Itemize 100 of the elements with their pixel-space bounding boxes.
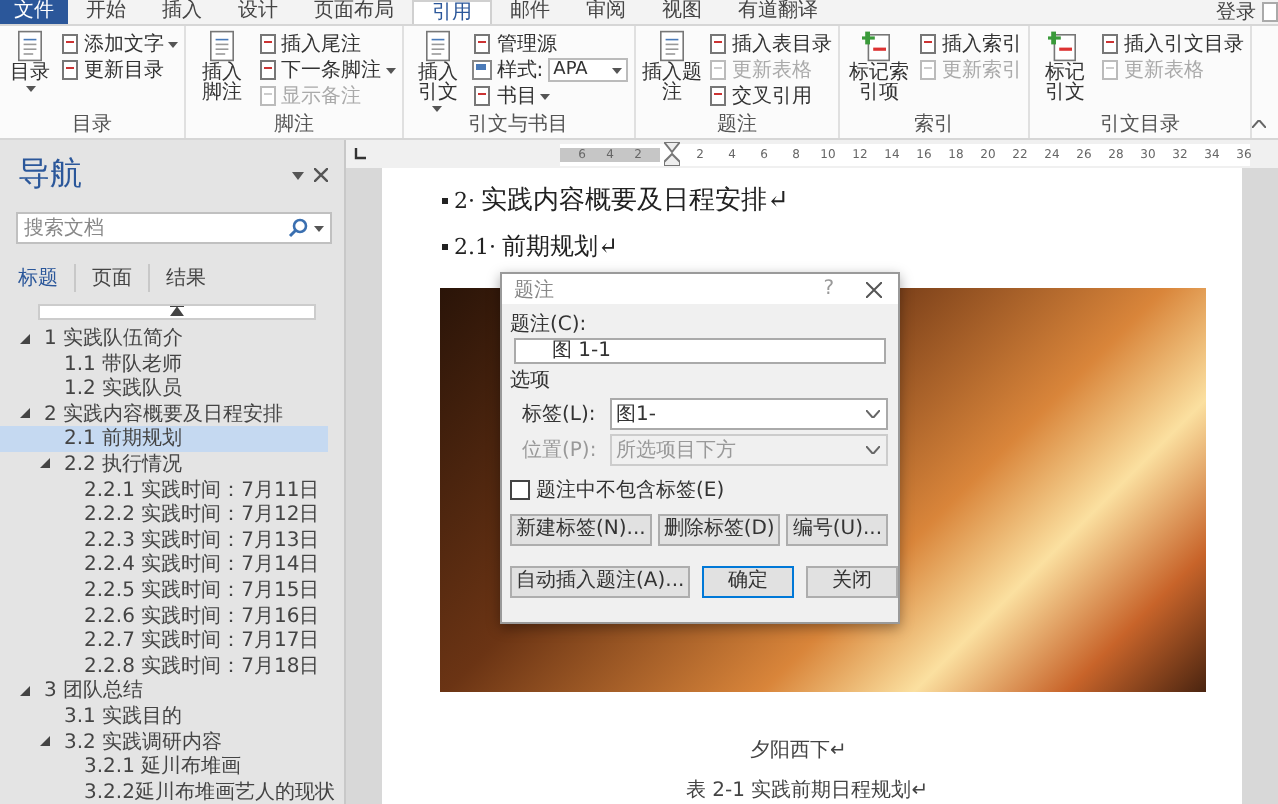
page-icon [917,59,938,79]
heading-number: 2· [454,187,475,213]
field-label: 位置(P): [522,437,599,464]
heading-item[interactable]: 3.1 实践目的 [0,703,328,729]
close-icon [314,168,328,182]
field-label: 标签(L): [522,401,598,428]
style-dropdown[interactable]: APA [547,57,628,81]
page-icon [257,59,278,79]
document-icon [655,30,688,62]
expanded-icon [40,736,50,747]
pane-tab[interactable]: 标题 [18,264,76,292]
pane-tab[interactable]: 页面 [92,264,150,292]
document-icon [421,30,454,62]
group-label: 引文目录 [1097,114,1182,138]
document-icon [862,30,895,62]
checkbox[interactable] [510,480,530,500]
pane-title: 导航 [18,154,84,196]
close-icon [866,281,882,297]
heading-item[interactable]: 2.2.5 实践时间：7月15日 [0,577,328,603]
document-icon [1048,30,1081,62]
document-icon [14,30,46,62]
list-bullet [442,243,448,249]
ribbon-button[interactable]: 插入题注 [641,30,702,114]
dialog-button[interactable]: 关闭 [806,566,899,598]
sign-in-link[interactable]: 登录 [1216,0,1256,26]
heading-item[interactable]: 2.2.7 实践时间：7月17日 [0,627,328,653]
ribbon-button[interactable]: 添加文字 [60,30,178,56]
page-icon [472,85,493,105]
group-label: 引文与书目 [466,114,571,138]
heading-item[interactable]: 2.2.4 实践时间：7月14日 [0,552,328,578]
heading-item[interactable]: 1 实践队伍简介 [0,325,328,351]
page-icon [917,33,938,53]
page-icon [60,59,80,79]
expanded-icon [20,408,30,419]
heading-item[interactable]: 2.2.8 实践时间：7月18日 [0,652,328,679]
list-bullet [442,197,448,203]
page-icon [472,33,493,53]
heading-item[interactable]: 3.2.1 延川布堆画 [0,753,328,779]
heading-item[interactable]: 3.2 实践调研内容 [0,728,328,754]
table-caption: 表 2-1 实践前期日程规划↵ [686,777,931,804]
dropdown-icon [292,171,304,179]
page-icon [257,85,278,105]
ribbon-button[interactable]: 插入索引 [917,30,1022,56]
group-label: 脚注 [271,114,316,138]
page-icon [60,33,80,53]
ribbon-button[interactable]: 标记索引项 [845,30,912,114]
pane-tab[interactable]: 结果 [166,264,222,292]
group-label: 题注 [714,114,759,138]
ribbon-button[interactable]: 下一条脚注 [257,56,396,82]
ribbon-button[interactable]: 管理源 [472,30,628,56]
ribbon-tab[interactable]: 有道翻译 [720,0,836,24]
ribbon-button[interactable]: 更新目录 [60,56,178,82]
heading-item[interactable]: 2.2 执行情况 [0,451,328,477]
dropdown-field[interactable]: 图1- [610,398,888,430]
heading-item[interactable]: 2.1 前期规划 [0,426,328,452]
checkbox-label: 题注中不包含标签(E) [536,477,725,504]
ribbon-button[interactable]: 插入引文 [409,30,467,114]
heading-item[interactable]: 2 实践内容概要及日程安排 [0,401,328,427]
dialog-button[interactable]: 删除标签(D) [657,514,781,546]
collapse-icon [1252,120,1267,128]
image-caption: 夕阳西下↵ [750,738,849,764]
heading-item[interactable]: 2.2.6 实践时间：7月16日 [0,602,328,628]
heading-item[interactable]: 1.1 带队老师 [0,350,328,376]
ribbon-tab[interactable]: 开始 [68,0,144,24]
search-field[interactable]: 搜索文档 [16,212,332,244]
heading-number: 2.1· [454,233,496,259]
heading-item[interactable]: 3 团队总结 [0,678,328,704]
ribbon-button[interactable]: 插入尾注 [257,30,396,56]
field-label: 题注(C): [510,312,589,338]
heading-text: 实践内容概要及日程安排↵ [481,184,789,218]
expanded-icon [20,685,30,696]
ribbon-tab[interactable]: 插入 [144,0,220,24]
caption-field[interactable]: 图 1-1 [514,338,886,364]
ribbon-tab[interactable]: 引用 [412,0,492,24]
ribbon-button[interactable]: 目录 [6,30,54,114]
ribbon-button[interactable]: 书目 [472,82,628,108]
caret-icon [314,226,324,232]
ribbon-button[interactable]: 交叉引用 [707,82,832,108]
style-icon [472,59,493,79]
heading-item[interactable]: 2.2.3 实践时间：7月13日 [0,526,328,553]
ribbon-tab[interactable]: 视图 [644,0,720,24]
document-icon [205,30,238,62]
section-label: 选项 [510,368,552,394]
heading-item[interactable]: 2.2.1 实践时间：7月11日 [0,476,328,502]
heading-item[interactable]: 2.2.2 实践时间：7月12日 [0,501,328,527]
ribbon-tab[interactable]: 邮件 [492,0,568,24]
heading-item[interactable]: 1.2 实践队员 [0,375,328,401]
dialog-button[interactable]: 新建标签(N)... [510,514,652,546]
ribbon-button[interactable]: 插入表目录 [707,30,832,56]
dialog-button[interactable]: 编号(U)... [786,514,889,546]
ribbon-button[interactable]: 标记引文 [1035,30,1095,114]
ribbon-tab[interactable]: 设计 [220,0,296,24]
dialog-title: 题注 [514,277,554,303]
page-icon [707,33,728,53]
dialog-button[interactable]: 自动插入题注(A)... [510,566,691,598]
expanded-icon [40,458,50,469]
ribbon-button[interactable]: 插入脚注 [192,30,252,114]
ribbon-button[interactable]: 插入引文目录 [1100,30,1245,56]
dialog-button[interactable]: 确定 [702,566,795,598]
ribbon-tab[interactable]: 页面布局 [296,0,412,24]
